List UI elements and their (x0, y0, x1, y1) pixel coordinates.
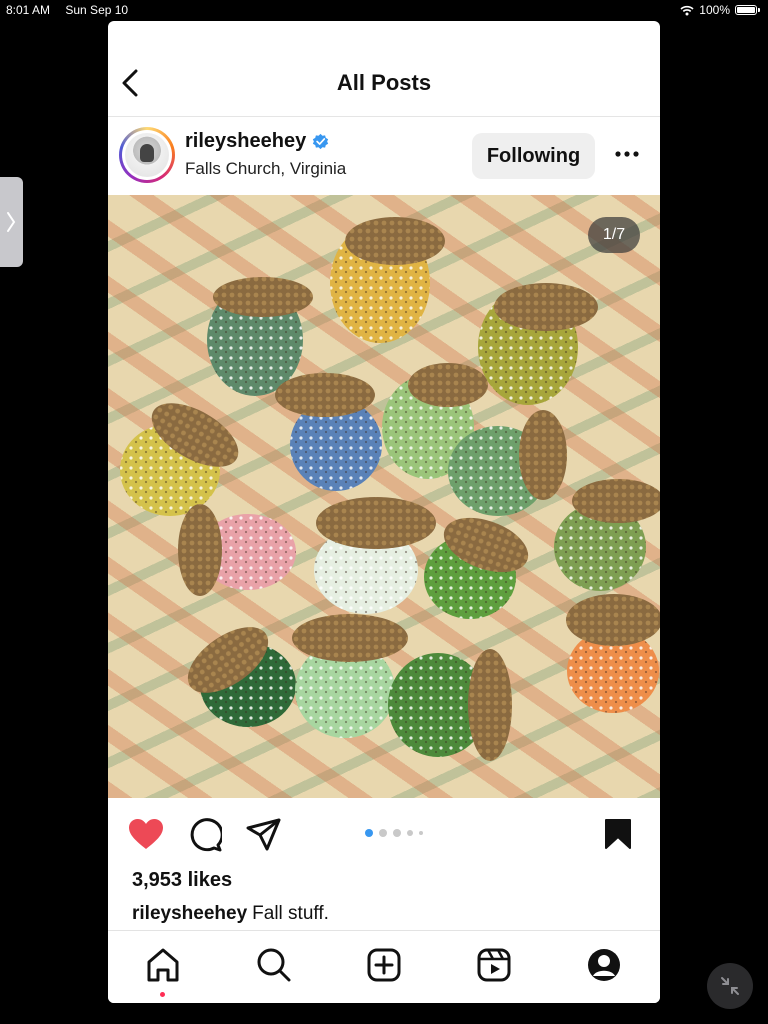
more-options-button[interactable] (614, 145, 640, 163)
status-bar: 8:01 AM Sun Sep 10 100% (0, 0, 768, 20)
tab-search[interactable] (256, 947, 292, 988)
collapse-arrows-icon (721, 977, 739, 995)
collapse-window-button[interactable] (707, 963, 753, 1009)
carousel-dot-active (365, 829, 373, 837)
caption-username[interactable]: rileysheehey (132, 903, 247, 924)
post-caption: rileysheehey Fall stuff. (132, 903, 329, 925)
instagram-app-window: All Posts rileysheehey Falls Church, Vir… (108, 21, 660, 1003)
reels-icon (477, 948, 511, 982)
plus-square-icon (367, 948, 401, 982)
battery-percent: 100% (699, 3, 730, 17)
carousel-indicator (365, 829, 423, 837)
post-header: rileysheehey Falls Church, Virginia Foll… (108, 117, 660, 195)
like-button[interactable] (128, 818, 164, 855)
image-counter-badge: 1/7 (588, 217, 640, 253)
tab-reels[interactable] (476, 947, 512, 988)
chevron-right-icon (7, 212, 16, 232)
status-date: Sun Sep 10 (65, 3, 129, 17)
comment-button[interactable] (188, 818, 224, 857)
post-photo[interactable]: 1/7 (108, 195, 660, 798)
page-title: All Posts (336, 70, 432, 95)
more-horizontal-icon (615, 151, 639, 157)
acorn-group (120, 217, 660, 761)
home-icon (147, 948, 179, 982)
following-button[interactable]: Following (472, 133, 595, 179)
comment-icon (190, 818, 224, 852)
carousel-dot (393, 829, 401, 837)
save-button[interactable] (604, 818, 632, 855)
verified-badge-icon (313, 133, 329, 150)
carousel-dot (419, 831, 423, 835)
status-time: 8:01 AM (6, 3, 51, 17)
heart-filled-icon (129, 819, 163, 849)
tab-profile[interactable] (586, 947, 622, 988)
username-row: rileysheehey (185, 130, 329, 153)
profile-icon (588, 949, 620, 981)
painted-acorns-image (120, 217, 660, 761)
avatar-photo (125, 133, 169, 177)
carousel-dot (407, 830, 413, 836)
status-bar-left: 8:01 AM Sun Sep 10 (6, 3, 128, 17)
avatar[interactable] (119, 127, 175, 183)
send-icon (246, 818, 281, 851)
bookmark-filled-icon (605, 819, 631, 849)
caption-text: Fall stuff. (252, 903, 329, 924)
post-actions-bar (108, 798, 660, 868)
post-location[interactable]: Falls Church, Virginia (185, 159, 346, 179)
avatar-frame (122, 130, 172, 180)
top-nav-bar: All Posts (108, 21, 660, 117)
status-bar-right: 100% (680, 3, 760, 17)
share-button[interactable] (246, 818, 282, 857)
side-panel-handle[interactable] (0, 177, 23, 267)
carousel-dot (379, 829, 387, 837)
active-tab-indicator (160, 992, 165, 997)
battery-cap (758, 8, 760, 12)
wifi-icon (680, 5, 694, 15)
bottom-tab-bar (108, 930, 660, 1003)
search-icon (257, 948, 291, 982)
tab-home[interactable] (145, 947, 181, 988)
likes-count[interactable]: 3,953 likes (132, 869, 232, 892)
post-username[interactable]: rileysheehey (185, 130, 306, 153)
battery-icon (735, 5, 757, 15)
tab-create[interactable] (366, 947, 402, 988)
